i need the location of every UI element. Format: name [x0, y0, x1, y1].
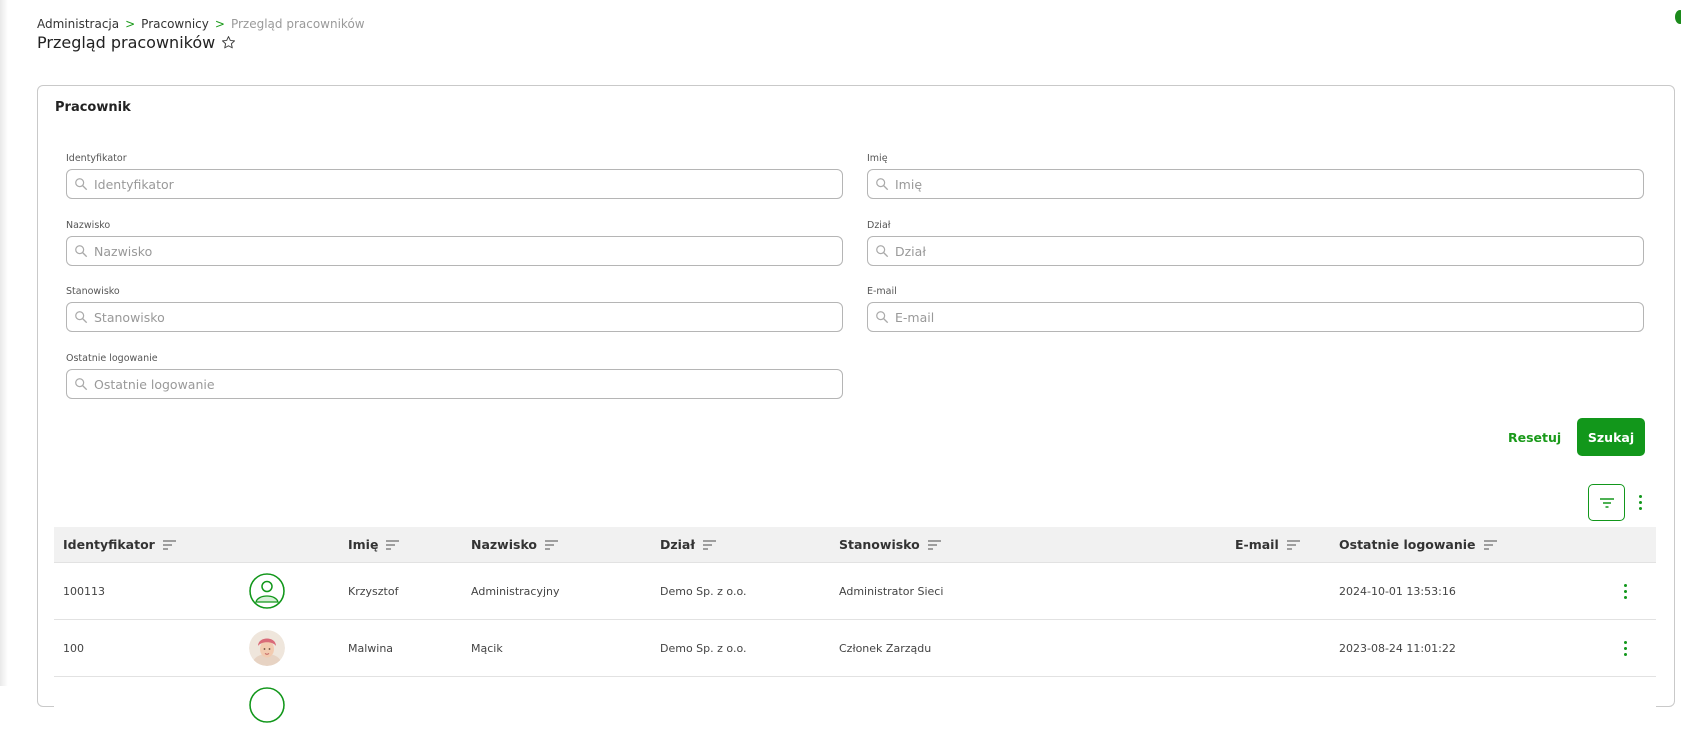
column-label: E-mail — [1235, 537, 1279, 552]
column-header-email[interactable]: E-mail — [1235, 527, 1300, 562]
row-actions-menu-icon[interactable] — [1619, 637, 1631, 659]
identyfikator-input-box[interactable] — [66, 169, 843, 199]
column-label: Imię — [348, 537, 379, 552]
filter-button[interactable] — [1588, 484, 1625, 521]
stanowisko-input-box[interactable] — [66, 302, 843, 332]
search-button[interactable]: Szukaj — [1577, 418, 1645, 456]
stanowisko-label: Stanowisko — [66, 286, 120, 297]
cell-identyfikator: 100 — [63, 641, 84, 655]
panel-title: Pracownik — [55, 100, 131, 115]
page-title-row: Przegląd pracowników — [37, 33, 236, 52]
imie-input-box[interactable] — [867, 169, 1644, 199]
cell-imie: Krzysztof — [348, 584, 399, 598]
cell-ostatnie-logowanie: 2024-10-01 13:53:16 — [1339, 584, 1456, 598]
cell-stanowisko: Członek Zarządu — [839, 641, 932, 655]
search-icon — [75, 378, 88, 391]
row-actions-menu-icon[interactable] — [1619, 580, 1631, 602]
imie-field: Imię — [867, 152, 1644, 199]
email-input[interactable] — [893, 308, 1643, 326]
dzial-input[interactable] — [893, 242, 1643, 260]
breadcrumb-current: Przegląd pracowników — [230, 17, 365, 31]
imie-label: Imię — [867, 153, 888, 164]
breadcrumb-item-pracownicy[interactable]: Pracownicy — [141, 17, 209, 31]
default-user-icon — [249, 687, 285, 723]
cell-avatar — [249, 620, 285, 676]
search-icon — [75, 245, 88, 258]
breadcrumb-separator: > — [214, 17, 225, 31]
user-photo-avatar — [249, 630, 285, 666]
page-title: Przegląd pracowników — [37, 33, 216, 52]
column-label: Nazwisko — [471, 537, 538, 552]
sort-icon[interactable] — [927, 539, 941, 550]
dzial-input-box[interactable] — [867, 236, 1644, 266]
column-label: Stanowisko — [839, 537, 920, 552]
cell-imie: Malwina — [348, 641, 394, 655]
table-row[interactable]: 100113 Krzysztof Administracyjny Demo Sp… — [54, 563, 1656, 620]
cell-avatar — [249, 677, 285, 733]
email-field: E-mail — [867, 285, 1644, 332]
default-user-icon — [249, 573, 285, 609]
column-header-ostatnie-logowanie[interactable]: Ostatnie logowanie — [1339, 527, 1497, 562]
table-header: Identyfikator Imię Nazwisko Dział Stanow… — [54, 527, 1656, 563]
imie-input[interactable] — [893, 175, 1643, 193]
sort-icon[interactable] — [703, 539, 717, 550]
breadcrumb: Administracja > Pracownicy > Przegląd pracow… — [37, 17, 365, 31]
search-icon — [876, 178, 889, 191]
search-icon — [75, 178, 88, 191]
cell-identyfikator: 100113 — [63, 584, 105, 598]
search-icon — [876, 245, 889, 258]
cell-dzial: Demo Sp. z o.o. — [660, 584, 747, 598]
dzial-field: Dział — [867, 219, 1644, 266]
column-header-identyfikator[interactable]: Identyfikator — [63, 527, 176, 562]
column-label: Dział — [660, 537, 696, 552]
table-row-partial[interactable] — [54, 677, 1656, 733]
search-icon — [876, 311, 889, 324]
filter-icon — [1599, 497, 1614, 508]
sort-icon[interactable] — [1286, 539, 1300, 550]
breadcrumb-separator: > — [125, 17, 136, 31]
cell-dzial: Demo Sp. z o.o. — [660, 641, 747, 655]
cell-nazwisko: Mącik — [471, 641, 503, 655]
nazwisko-field: Nazwisko — [66, 219, 843, 266]
sidebar-shadow — [0, 0, 8, 686]
column-label: Ostatnie logowanie — [1339, 537, 1476, 552]
sort-icon[interactable] — [162, 539, 176, 550]
ostatnie-logowanie-input[interactable] — [92, 375, 842, 393]
breadcrumb-item-administracja[interactable]: Administracja — [37, 17, 119, 31]
search-icon — [75, 311, 88, 324]
star-icon[interactable] — [221, 35, 236, 50]
employee-filter-panel: Pracownik Identyfikator Imię Nazwisko Dz… — [37, 85, 1675, 733]
identyfikator-field: Identyfikator — [66, 152, 843, 199]
table-row[interactable]: 100 Malwina Mącik Demo Sp. z o.o. Człone… — [54, 620, 1656, 677]
dzial-label: Dział — [867, 220, 891, 231]
identyfikator-label: Identyfikator — [66, 153, 127, 164]
email-input-box[interactable] — [867, 302, 1644, 332]
ostatnie-logowanie-field: Ostatnie logowanie — [66, 352, 843, 399]
identyfikator-input[interactable] — [92, 175, 842, 193]
nazwisko-input[interactable] — [92, 242, 842, 260]
column-header-stanowisko[interactable]: Stanowisko — [839, 527, 941, 562]
ostatnie-logowanie-input-box[interactable] — [66, 369, 843, 399]
cell-stanowisko: Administrator Sieci — [839, 584, 944, 598]
cell-nazwisko: Administracyjny — [471, 584, 560, 598]
cell-ostatnie-logowanie: 2023-08-24 11:01:22 — [1339, 641, 1456, 655]
column-header-nazwisko[interactable]: Nazwisko — [471, 527, 559, 562]
column-header-dzial[interactable]: Dział — [660, 527, 717, 562]
reset-button[interactable]: Resetuj — [1502, 422, 1566, 452]
sort-icon[interactable] — [1483, 539, 1497, 550]
table-options-menu-icon[interactable] — [1634, 491, 1646, 513]
nazwisko-input-box[interactable] — [66, 236, 843, 266]
email-label: E-mail — [867, 286, 897, 297]
sort-icon[interactable] — [545, 539, 559, 550]
status-indicator — [1675, 10, 1681, 24]
sort-icon[interactable] — [386, 539, 400, 550]
nazwisko-label: Nazwisko — [66, 220, 111, 231]
column-label: Identyfikator — [63, 537, 155, 552]
column-header-imie[interactable]: Imię — [348, 527, 400, 562]
stanowisko-field: Stanowisko — [66, 285, 843, 332]
cell-avatar — [249, 563, 285, 619]
stanowisko-input[interactable] — [92, 308, 842, 326]
ostatnie-logowanie-label: Ostatnie logowanie — [66, 353, 158, 364]
